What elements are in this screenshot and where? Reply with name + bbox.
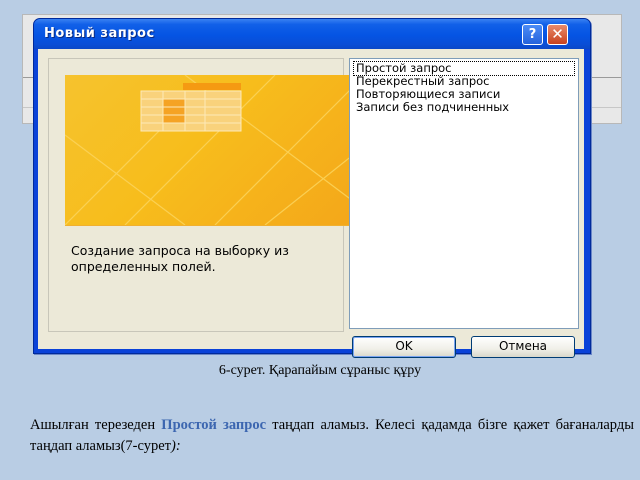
help-icon: ? xyxy=(528,27,537,42)
figure-caption: 6-сурет. Қарапайым сұраныс құру xyxy=(218,363,422,378)
close-button[interactable]: ✕ xyxy=(547,24,568,45)
table-grid-icon xyxy=(65,75,353,225)
body-paragraph: Ашылған терезеден Простой запрос таңдап … xyxy=(30,415,634,457)
dialog-client-area: Создание запроса на выборку из определен… xyxy=(38,49,584,358)
help-button[interactable]: ? xyxy=(522,24,543,45)
query-type-list[interactable]: Простой запрос Перекрестный запрос Повто… xyxy=(349,58,579,329)
paragraph-closing: ): xyxy=(171,438,181,454)
query-type-description: Создание запроса на выборку из определен… xyxy=(71,243,289,274)
query-preview-illustration xyxy=(65,75,354,226)
highlighted-term: Простой запрос xyxy=(161,417,267,433)
ok-button[interactable]: OK xyxy=(352,336,456,358)
title-bar[interactable]: Новый запрос ? ✕ xyxy=(34,19,590,49)
new-query-dialog: Новый запрос ? ✕ Создание запроса на выб… xyxy=(33,18,591,358)
close-icon: ✕ xyxy=(551,25,564,43)
list-item-unmatched-records[interactable]: Записи без подчиненных xyxy=(354,101,511,114)
preview-panel: Создание запроса на выборку из определен… xyxy=(48,58,354,332)
dialog-title: Новый запрос xyxy=(44,26,155,41)
cancel-button[interactable]: Отмена xyxy=(471,336,575,358)
paragraph-text-start: Ашылған терезеден xyxy=(30,417,162,433)
